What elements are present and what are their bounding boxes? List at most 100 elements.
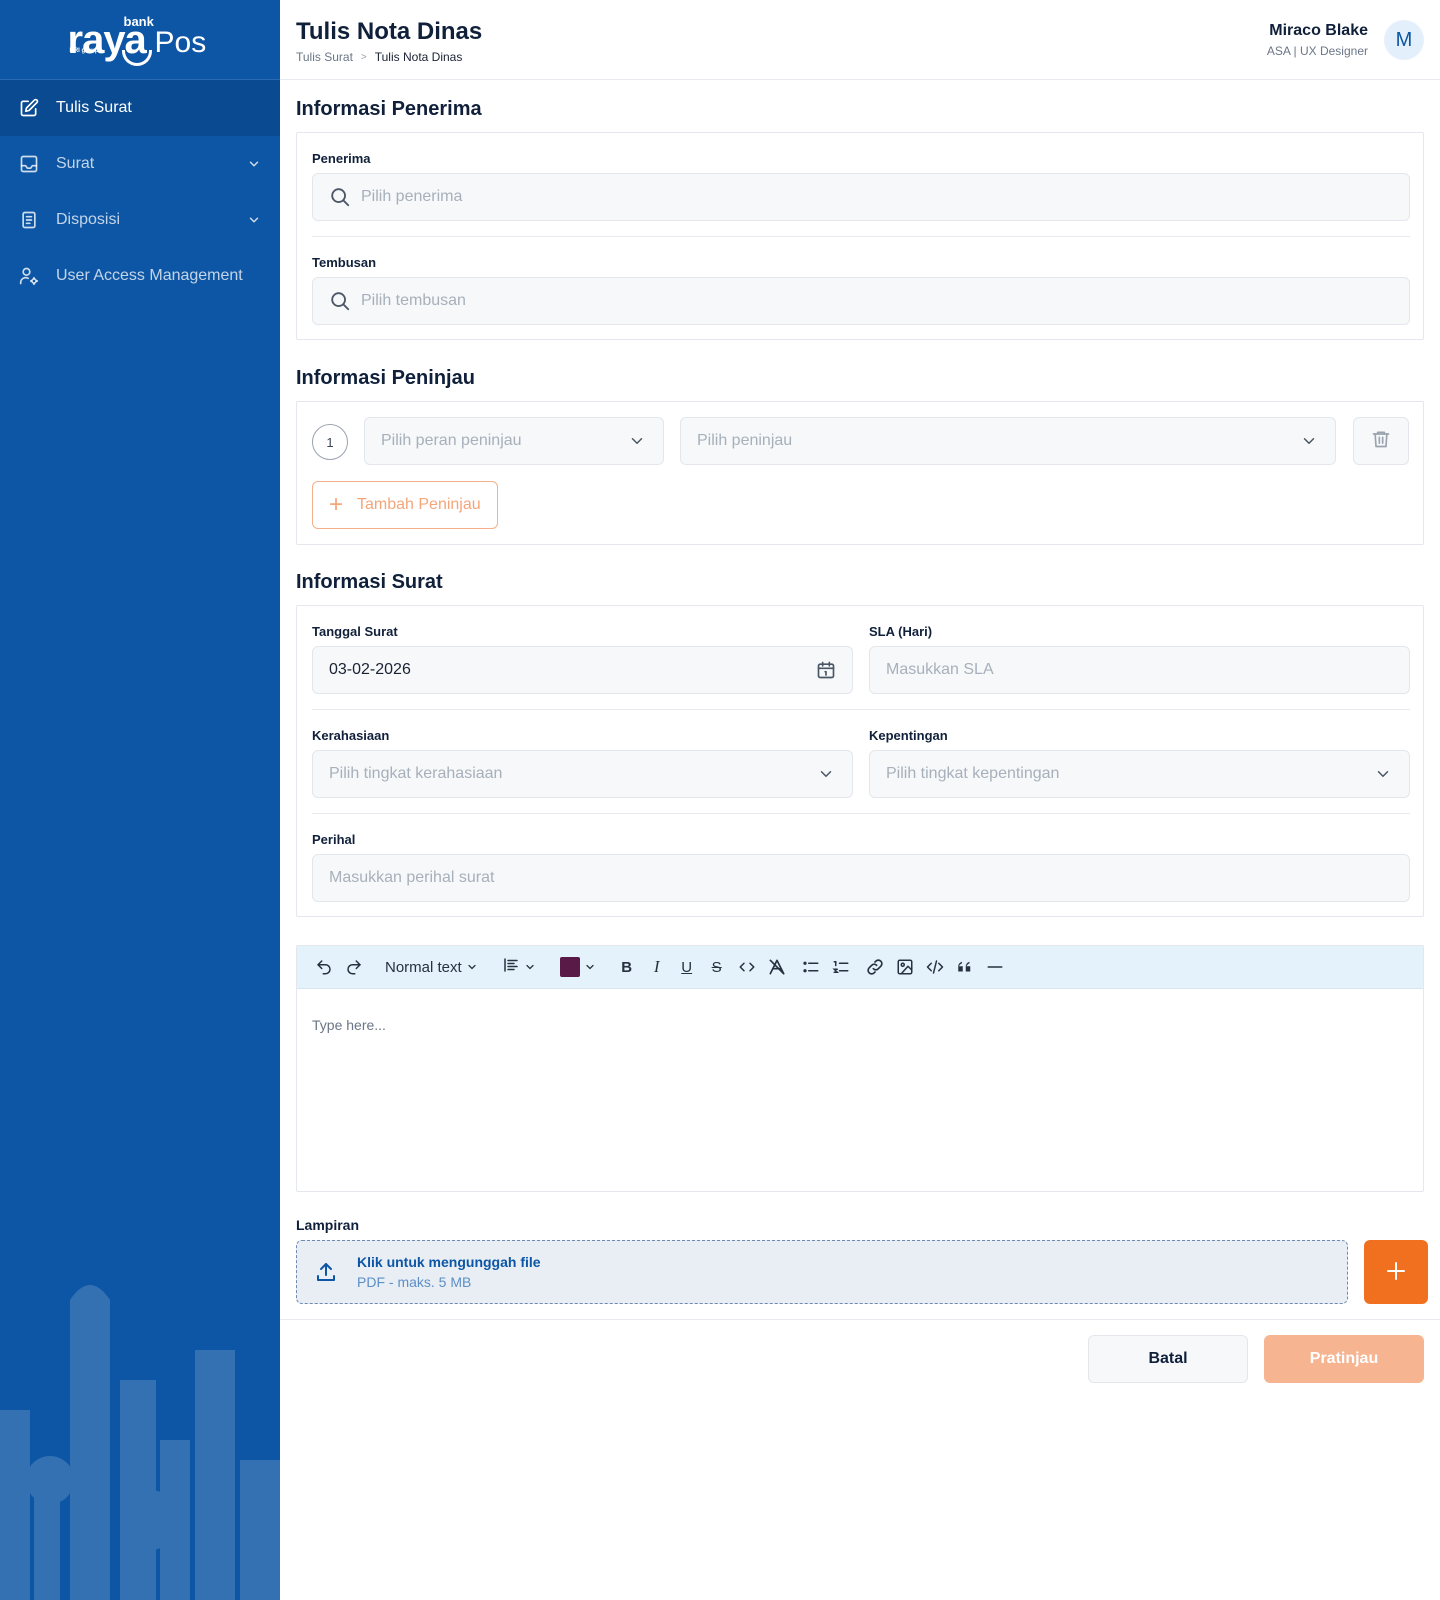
user-name: Miraco Blake [1269,22,1368,39]
kepentingan-select[interactable]: Pilih tingkat kepentingan [869,750,1410,798]
pencil-square-icon [18,97,40,119]
logo-bank-text: bank [123,13,154,29]
undo-icon[interactable] [309,952,339,982]
inbox-icon [18,153,40,175]
page-title: Tulis Nota Dinas [296,18,483,45]
kerahasiaan-label: Kerahasiaan [312,728,390,743]
tembusan-search-input[interactable]: Pilih tembusan [312,277,1410,325]
quote-icon[interactable] [950,952,980,982]
user-info: Miraco Blake ASA | UX Designer [1267,22,1368,58]
top-bar: Tulis Nota Dinas Tulis Surat > Tulis Not… [280,0,1440,80]
raya-pos-logo[interactable]: raya bank Pos BRI group [68,14,213,66]
reviewer-card: 1 Pilih peran peninjau Pilih peninjau + … [296,401,1424,545]
chevron-down-icon [246,212,262,228]
section-title-recipient: Informasi Penerima [296,98,482,120]
horizontal-rule-icon[interactable] [980,952,1010,982]
sla-placeholder: Masukkan SLA [886,661,994,678]
preview-button[interactable]: Pratinjau [1264,1335,1424,1383]
reviewer-placeholder: Pilih peninjau [697,432,793,449]
tembusan-placeholder: Pilih tembusan [361,292,466,309]
editor-toolbar: Normal text B I U S [297,946,1423,989]
clear-format-icon[interactable] [762,952,792,982]
city-skyline-illustration [0,1285,280,1600]
editor-content-area[interactable]: Type here... [297,989,1423,1061]
upload-title: Klik untuk mengunggah file [357,1254,541,1270]
tanggal-label: Tanggal Surat [312,624,398,639]
breadcrumb-item-tulis-surat[interactable]: Tulis Surat [296,50,353,64]
search-icon [329,290,351,312]
tembusan-label: Tembusan [312,255,377,270]
chevron-down-icon [246,156,262,172]
user-gear-icon [18,265,40,287]
lampiran-label: Lampiran [296,1217,360,1233]
logo-smile-icon [121,49,152,66]
letter-info-card: Tanggal Surat 03-02-2026 SLA (Hari) Masu… [296,605,1424,917]
bold-icon[interactable]: B [612,952,642,982]
text-style-dropdown[interactable]: Normal text [377,952,486,982]
sidebar-item-label: User Access Management [56,267,243,284]
strikethrough-icon[interactable]: S [702,952,732,982]
recipient-card: Penerima Pilih penerima Tembusan Pilih t… [296,132,1424,340]
sidebar-item-user-access-management[interactable]: User Access Management [0,248,280,304]
reviewer-step-number: 1 [312,424,348,460]
divider [312,813,1410,814]
reviewer-role-select[interactable]: Pilih peran peninjau [364,417,664,465]
sidebar-item-label: Disposisi [56,211,121,228]
divider [312,236,1410,237]
numbered-list-icon[interactable] [826,952,856,982]
reviewer-select[interactable]: Pilih peninjau [680,417,1336,465]
align-dropdown[interactable] [494,952,544,982]
logo-group-text: BRI group [69,47,99,54]
section-title-reviewer: Informasi Peninjau [296,367,475,389]
sidebar-item-surat[interactable]: Surat [0,136,280,192]
kerahasiaan-select[interactable]: Pilih tingkat kerahasiaan [312,750,853,798]
code-block-icon[interactable] [920,952,950,982]
inline-code-icon[interactable] [732,952,762,982]
logo-pos-text: Pos [154,25,207,59]
chevron-down-icon [627,431,647,451]
underline-icon[interactable]: U [672,952,702,982]
bullet-list-icon[interactable] [796,952,826,982]
sla-input[interactable]: Masukkan SLA [869,646,1410,694]
divider [312,709,1410,710]
tanggal-date-input[interactable]: 03-02-2026 [312,646,853,694]
italic-icon[interactable]: I [642,952,672,982]
penerima-search-input[interactable]: Pilih penerima [312,173,1410,221]
plus-icon: + [329,491,344,518]
chevron-down-icon [1299,431,1319,451]
breadcrumb: Tulis Surat > Tulis Nota Dinas [296,50,462,64]
kerahasiaan-placeholder: Pilih tingkat kerahasiaan [329,765,503,782]
link-icon[interactable] [860,952,890,982]
chevron-down-icon [1373,764,1393,784]
avatar[interactable]: M [1384,20,1424,60]
brand-header: raya bank Pos BRI group [0,0,280,80]
text-color-dropdown[interactable] [552,952,604,982]
chevron-down-icon [466,961,478,973]
image-icon[interactable] [890,952,920,982]
perihal-placeholder: Masukkan perihal surat [329,869,495,886]
breadcrumb-item-current: Tulis Nota Dinas [374,50,463,64]
user-menu[interactable]: Miraco Blake ASA | UX Designer M [1267,20,1424,60]
sidebar-nav: Tulis Surat Surat Disposisi User Access … [0,80,280,304]
add-attachment-button[interactable] [1364,1240,1428,1304]
upload-hint: PDF - maks. 5 MB [357,1274,472,1290]
document-list-icon [18,209,40,231]
plus-icon [1384,1254,1408,1291]
sidebar: raya bank Pos BRI group Tulis Surat Sura… [0,0,280,1600]
sidebar-item-tulis-surat[interactable]: Tulis Surat [0,80,280,136]
footer-divider [280,1319,1440,1320]
calendar-icon[interactable] [816,660,836,680]
add-reviewer-button[interactable]: + Tambah Peninjau [312,481,498,529]
kepentingan-placeholder: Pilih tingkat kepentingan [886,765,1060,782]
sidebar-item-disposisi[interactable]: Disposisi [0,192,280,248]
file-upload-dropzone[interactable]: Klik untuk mengunggah file PDF - maks. 5… [296,1240,1348,1304]
rich-text-editor: Normal text B I U S Type here... [296,945,1424,1192]
cancel-button[interactable]: Batal [1088,1335,1248,1383]
add-reviewer-label: Tambah Peninjau [357,496,481,513]
delete-reviewer-button[interactable] [1353,417,1409,465]
sla-label: SLA (Hari) [869,624,933,639]
breadcrumb-separator: > [360,51,367,63]
perihal-input[interactable]: Masukkan perihal surat [312,854,1410,902]
editor-placeholder: Type here... [312,1017,386,1033]
redo-icon[interactable] [339,952,369,982]
